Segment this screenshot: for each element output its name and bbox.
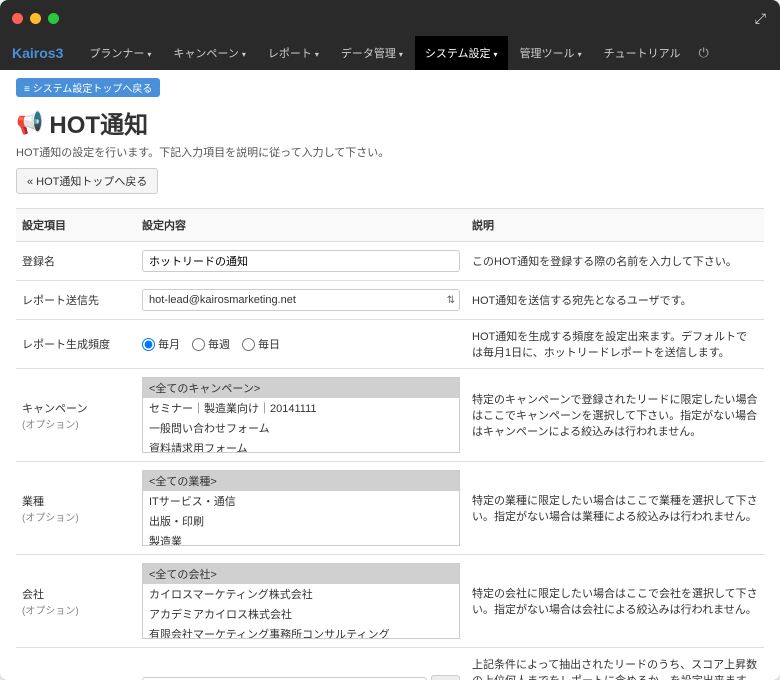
nav-report[interactable]: レポート▾	[258, 36, 329, 70]
desc-max-leads: 上記条件によって抽出されたリードのうち、スコア上昇数の上位何人までをレポートに含…	[466, 648, 764, 680]
row-industry: 業種(オプション) <全ての業種> ITサービス・通信 出版・印刷 製造業 特定…	[16, 462, 764, 555]
back-to-settings-pill[interactable]: ≡ システム設定トップへ戻る	[16, 78, 160, 97]
desc-frequency: HOT通知を生成する頻度を設定出来ます。デフォルトでは毎月1日に、ホットリードレ…	[466, 320, 764, 369]
megaphone-icon: 📢	[16, 110, 43, 136]
destination-select[interactable]: hot-lead@kairosmarketing.net ⇅	[142, 289, 460, 311]
row-campaign: キャンペーン(オプション) <全てのキャンペーン> セミナー｜製造業向け｜201…	[16, 369, 764, 462]
main-nav: Kairos3 プランナー▾ キャンペーン▾ レポート▾ データ管理▾ システム…	[0, 36, 780, 70]
window-titlebar: ⤢	[0, 0, 780, 36]
row-destination: レポート送信先 hot-lead@kairosmarketing.net ⇅ H…	[16, 281, 764, 320]
desc-name: このHOT通知を登録する際の名前を入力して下さい。	[466, 242, 764, 281]
row-name: 登録名 このHOT通知を登録する際の名前を入力して下さい。	[16, 242, 764, 281]
nav-planner[interactable]: プランナー▾	[79, 36, 161, 70]
label-name: 登録名	[16, 242, 136, 281]
label-company: 会社	[22, 589, 44, 601]
desc-campaign: 特定のキャンペーンで登録されたリードに限定したい場合はここでキャンペーンを選択し…	[466, 369, 764, 462]
desc-industry: 特定の業種に限定したい場合はここで業種を選択して下さい。指定がない場合は業種によ…	[466, 462, 764, 555]
label-campaign: キャンペーン	[22, 403, 87, 415]
brand-logo[interactable]: Kairos3	[12, 45, 63, 61]
company-listbox[interactable]: <全ての会社> カイロスマーケティング株式会社 アカデミアカイロス株式会社 有限…	[142, 563, 460, 639]
freq-monthly[interactable]: 毎月	[142, 336, 180, 352]
zoom-icon[interactable]	[48, 13, 59, 24]
desc-destination: HOT通知を送信する宛先となるユーザです。	[466, 281, 764, 320]
label-destination: レポート送信先	[16, 281, 136, 320]
unit-label: 人	[431, 675, 460, 680]
nav-tutorial[interactable]: チュートリアル	[594, 36, 691, 70]
page-description: HOT通知の設定を行います。下記入力項目を説明に従って入力して下さい。	[16, 144, 764, 160]
content-area: ≡ システム設定トップへ戻る 📢 HOT通知 HOT通知の設定を行います。下記入…	[0, 70, 780, 680]
minimize-icon[interactable]	[30, 13, 41, 24]
label-frequency: レポート生成頻度	[16, 320, 136, 369]
freq-weekly[interactable]: 毎週	[192, 336, 230, 352]
header-item: 設定項目	[16, 209, 136, 242]
page-title: 📢 HOT通知	[16, 105, 764, 140]
close-icon[interactable]	[12, 13, 23, 24]
header-content: 設定内容	[136, 209, 466, 242]
expand-icon[interactable]: ⤢	[755, 10, 766, 27]
name-input[interactable]	[142, 250, 460, 272]
nav-system-settings[interactable]: システム設定▾	[415, 36, 508, 70]
power-icon[interactable]: ⏻	[698, 45, 708, 61]
header-description: 説明	[466, 209, 764, 242]
label-industry: 業種	[22, 496, 44, 508]
campaign-listbox[interactable]: <全てのキャンペーン> セミナー｜製造業向け｜20141111 一般問い合わせフ…	[142, 377, 460, 453]
row-frequency: レポート生成頻度 毎月 毎週 毎日 HOT通知を生成する頻度を設定出来ます。デフ…	[16, 320, 764, 369]
row-company: 会社(オプション) <全ての会社> カイロスマーケティング株式会社 アカデミアカ…	[16, 555, 764, 648]
row-max-leads: 最大リード数 人 上記条件によって抽出されたリードのうち、スコア上昇数の上位何人…	[16, 648, 764, 680]
freq-daily[interactable]: 毎日	[242, 336, 280, 352]
nav-campaign[interactable]: キャンペーン▾	[163, 36, 255, 70]
label-max-leads: 最大リード数	[16, 648, 136, 680]
industry-listbox[interactable]: <全ての業種> ITサービス・通信 出版・印刷 製造業	[142, 470, 460, 546]
settings-table: 設定項目 設定内容 説明 登録名 このHOT通知を登録する際の名前を入力して下さ…	[16, 208, 764, 680]
nav-admin-tools[interactable]: 管理ツール▾	[510, 36, 592, 70]
desc-company: 特定の会社に限定したい場合はここで会社を選択して下さい。指定がない場合は会社によ…	[466, 555, 764, 648]
nav-data[interactable]: データ管理▾	[331, 36, 413, 70]
updown-icon: ⇅	[447, 295, 453, 306]
back-to-hot-button[interactable]: « HOT通知トップへ戻る	[16, 168, 158, 194]
